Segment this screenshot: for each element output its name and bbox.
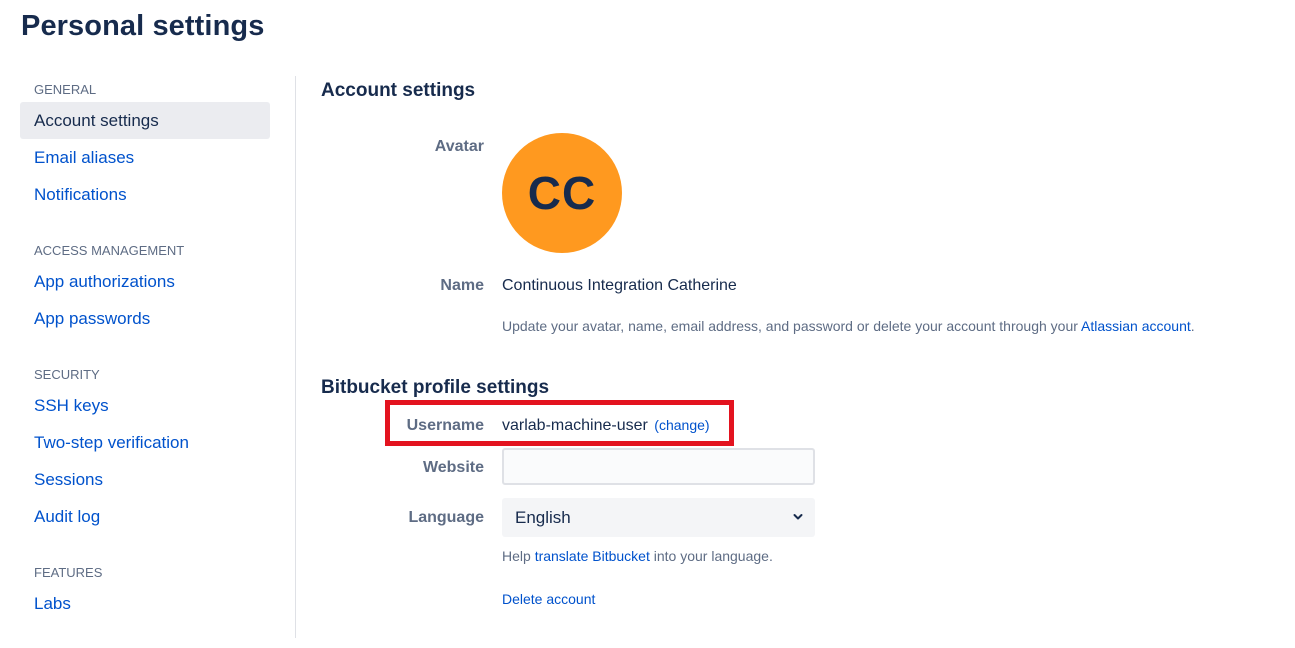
- language-help-prefix: Help: [502, 548, 535, 564]
- sidebar-item-audit-log[interactable]: Audit log: [20, 498, 270, 535]
- profile-settings-title: Bitbucket profile settings: [321, 377, 550, 398]
- avatar[interactable]: CC: [502, 133, 622, 253]
- language-help-suffix: into your language.: [649, 548, 773, 564]
- language-select[interactable]: English: [502, 498, 815, 537]
- language-label: Language: [408, 509, 484, 526]
- account-settings-title: Account settings: [321, 80, 476, 101]
- nav-heading-access-management: ACCESS MANAGEMENT: [34, 243, 185, 258]
- settings-main: Account settings Avatar CC Name Continuo…: [321, 0, 1295, 638]
- account-help-prefix: Update your avatar, name, email address,…: [502, 318, 1082, 334]
- language-selected-value: English: [515, 508, 571, 527]
- website-label: Website: [422, 459, 484, 476]
- username-value: varlab-machine-user: [502, 417, 648, 434]
- nav-heading-features: FEATURES: [34, 565, 103, 580]
- nav-heading-general: GENERAL: [34, 82, 97, 97]
- sidebar-item-labs[interactable]: Labs: [20, 585, 270, 622]
- name-label: Name: [440, 277, 484, 294]
- sidebar-item-app-authorizations[interactable]: App authorizations: [20, 263, 270, 300]
- settings-sidebar: GENERAL Account settings Email aliases N…: [20, 78, 270, 648]
- language-help-text: Help translate Bitbucket into your langu…: [502, 548, 773, 564]
- username-value-wrap: varlab-machine-user (change): [502, 417, 710, 435]
- website-input[interactable]: [502, 448, 815, 485]
- nav-group-features: FEATURES Labs: [20, 561, 270, 622]
- sidebar-item-notifications[interactable]: Notifications: [20, 176, 270, 213]
- sidebar-divider: [295, 76, 296, 638]
- atlassian-account-link[interactable]: Atlassian account: [1081, 318, 1191, 334]
- chevron-down-icon: [793, 514, 803, 520]
- sidebar-item-email-aliases[interactable]: Email aliases: [20, 139, 270, 176]
- nav-heading-security: SECURITY: [34, 367, 100, 382]
- avatar-initials: CC: [527, 167, 597, 219]
- sidebar-item-two-step-verification[interactable]: Two-step verification: [20, 424, 270, 461]
- name-value: Continuous Integration Catherine: [502, 277, 737, 294]
- sidebar-item-sessions[interactable]: Sessions: [20, 461, 270, 498]
- account-help-suffix: .: [1190, 318, 1195, 334]
- account-help-text: Update your avatar, name, email address,…: [502, 318, 1195, 334]
- nav-group-general: GENERAL Account settings Email aliases N…: [20, 78, 270, 213]
- sidebar-item-ssh-keys[interactable]: SSH keys: [20, 387, 270, 424]
- avatar-label: Avatar: [434, 138, 484, 155]
- sidebar-item-app-passwords[interactable]: App passwords: [20, 300, 270, 337]
- delete-account-link[interactable]: Delete account: [502, 591, 595, 607]
- nav-group-security: SECURITY SSH keys Two-step verification …: [20, 363, 270, 535]
- sidebar-item-account-settings[interactable]: Account settings: [20, 102, 270, 139]
- translate-bitbucket-link[interactable]: translate Bitbucket: [535, 548, 650, 564]
- change-username-link[interactable]: (change): [654, 417, 709, 433]
- nav-group-access-management: ACCESS MANAGEMENT App authorizations App…: [20, 239, 270, 337]
- username-label: Username: [406, 417, 484, 434]
- page-title: Personal settings: [21, 10, 265, 42]
